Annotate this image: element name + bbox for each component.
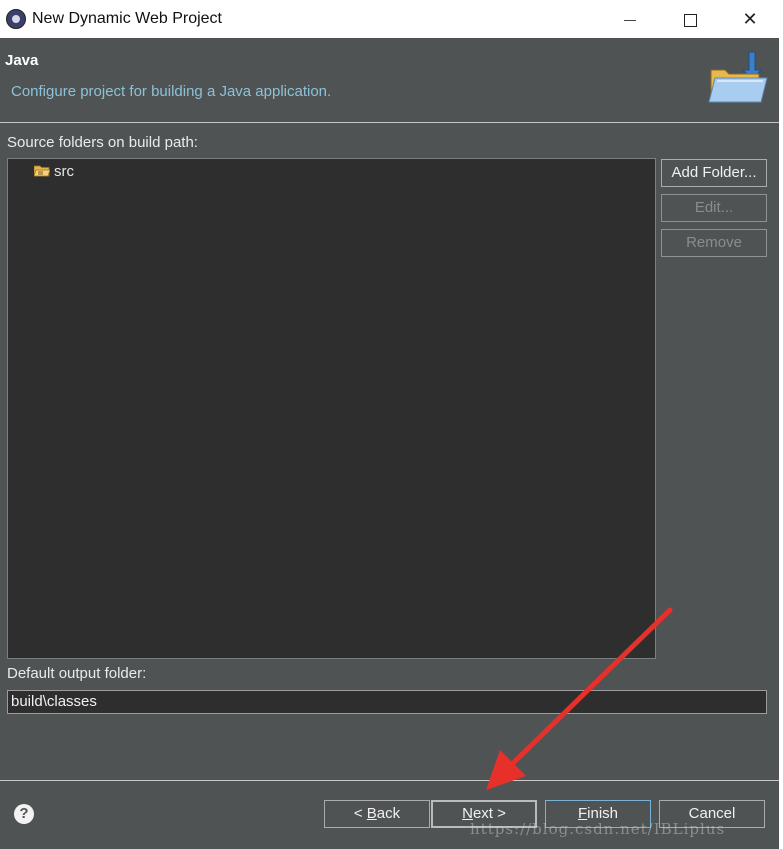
source-folders-tree[interactable]: src bbox=[7, 158, 656, 659]
folder-wizard-icon bbox=[708, 51, 768, 103]
watermark-text: https://blog.csdn.net/IBLiplus bbox=[470, 820, 726, 838]
footer-separator bbox=[0, 780, 779, 781]
output-folder-value: build\classes bbox=[11, 693, 97, 710]
close-button[interactable]: ✕ bbox=[720, 0, 780, 38]
output-folder-input[interactable]: build\classes bbox=[7, 690, 767, 714]
edit-label: Edit... bbox=[694, 199, 734, 216]
add-folder-button[interactable]: Add Folder... bbox=[661, 159, 767, 187]
maximize-icon bbox=[683, 13, 697, 27]
header-separator bbox=[0, 122, 779, 123]
window-title-bar: New Dynamic Web Project ✕ bbox=[0, 0, 783, 38]
eclipse-app-icon bbox=[6, 9, 26, 29]
page-description: Configure project for building a Java ap… bbox=[11, 83, 332, 100]
page-title: Java bbox=[5, 52, 39, 69]
close-icon: ✕ bbox=[742, 9, 758, 29]
edit-button[interactable]: Edit... bbox=[661, 194, 767, 222]
maximize-button[interactable] bbox=[660, 0, 720, 38]
window-title: New Dynamic Web Project bbox=[32, 10, 222, 27]
back-mnemonic: B bbox=[366, 805, 377, 822]
source-folder-icon bbox=[34, 165, 50, 177]
remove-button[interactable]: Remove bbox=[661, 229, 767, 257]
minimize-button[interactable] bbox=[600, 0, 660, 38]
help-icon[interactable]: ? bbox=[14, 804, 34, 824]
wizard-header: Java Configure project for building a Ja… bbox=[0, 38, 775, 122]
add-folder-label: Add Folder... bbox=[671, 164, 757, 181]
output-folder-label: Default output folder: bbox=[7, 665, 147, 682]
tree-item-label: src bbox=[54, 163, 74, 180]
minimize-icon bbox=[624, 19, 636, 21]
window-edge bbox=[779, 38, 783, 849]
back-rest: ack bbox=[376, 805, 401, 822]
back-pre: < bbox=[353, 805, 367, 822]
remove-label: Remove bbox=[686, 234, 742, 251]
back-button[interactable]: < Back bbox=[324, 800, 430, 828]
source-folders-label: Source folders on build path: bbox=[7, 134, 198, 151]
